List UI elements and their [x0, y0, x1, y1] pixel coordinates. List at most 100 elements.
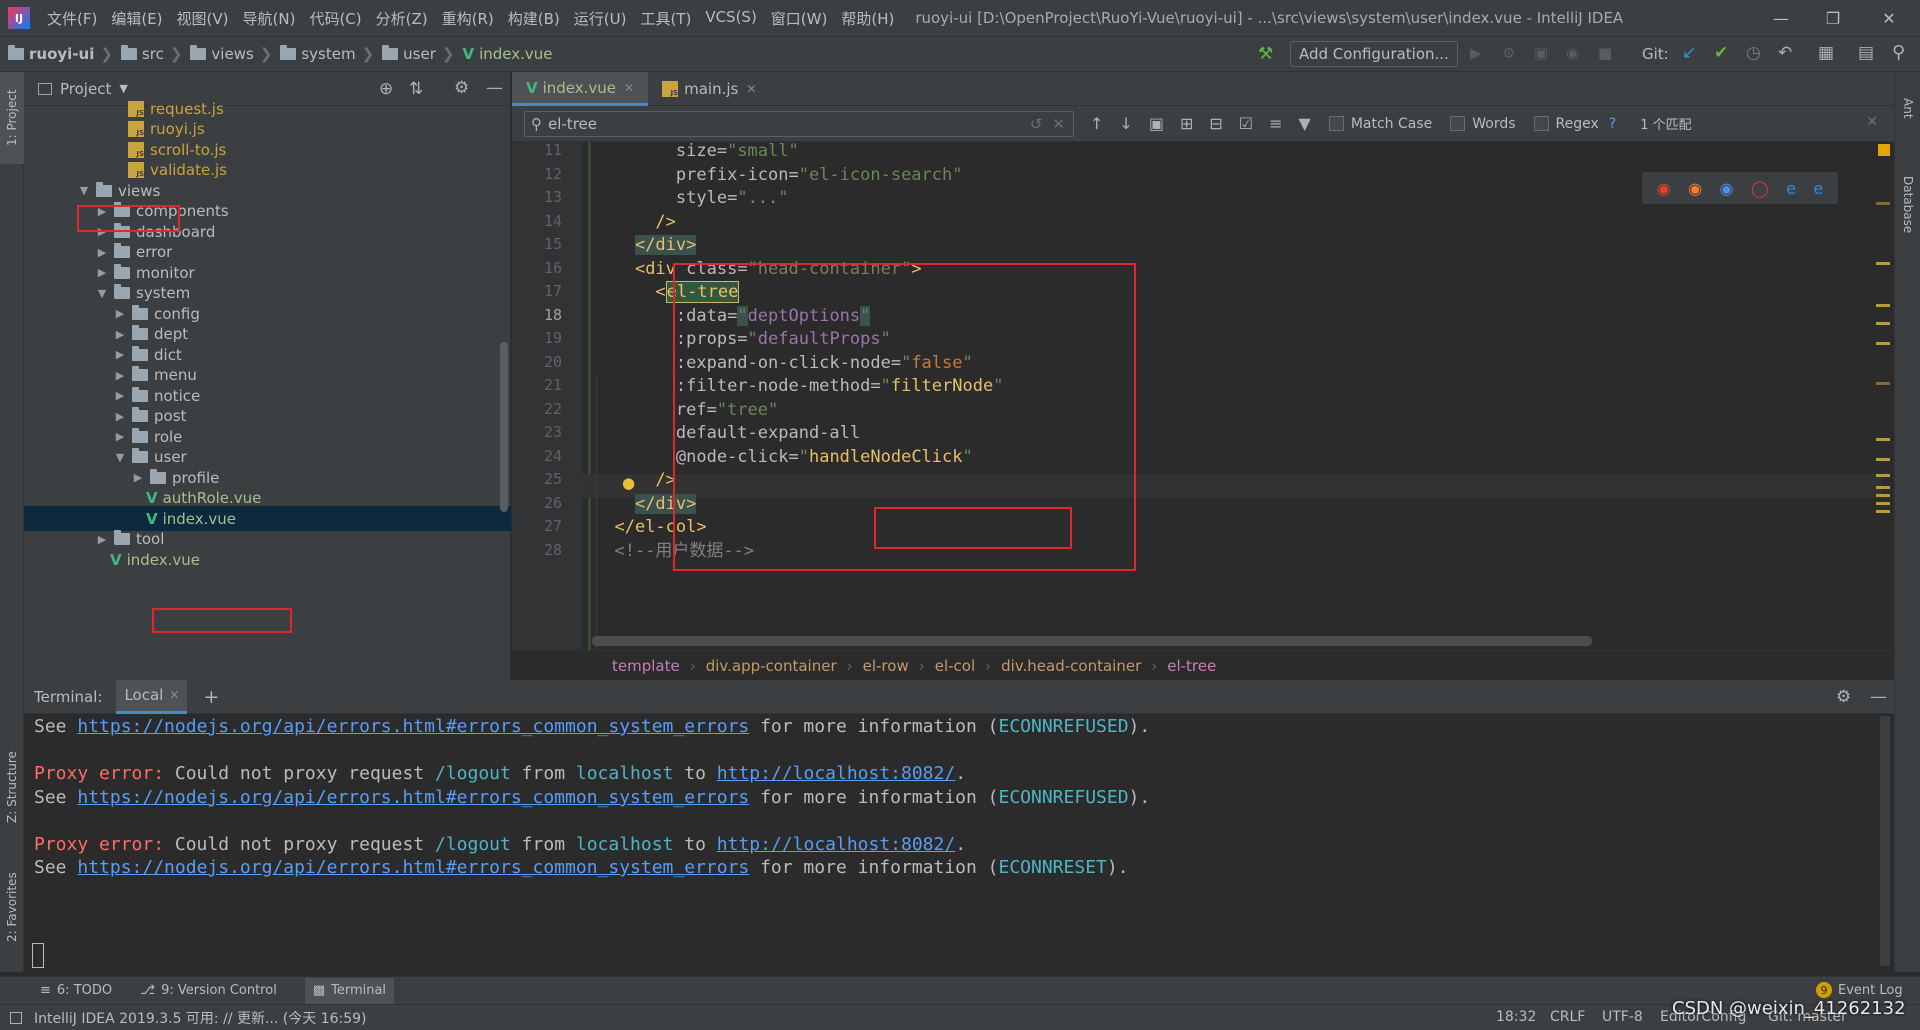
- ant-tool-tab[interactable]: Ant: [1896, 78, 1920, 138]
- stripe-marker[interactable]: [1876, 304, 1890, 307]
- stop-icon[interactable]: ■: [1598, 44, 1612, 62]
- menu-item[interactable]: 工具(T): [633, 8, 698, 29]
- git-history-icon[interactable]: ◷: [1746, 43, 1761, 63]
- chevron-right-icon[interactable]: ▶: [112, 307, 128, 320]
- menu-item[interactable]: 视图(V): [170, 8, 236, 29]
- stripe-marker[interactable]: [1876, 494, 1890, 497]
- nav-crumb-project[interactable]: ruoyi-ui ❯: [0, 45, 113, 63]
- nav-crumb-system[interactable]: system ❯: [272, 45, 374, 63]
- terminal-scrollbar[interactable]: [1880, 716, 1890, 966]
- filter-icon[interactable]: ▼: [1299, 114, 1311, 133]
- git-commit-icon[interactable]: ✔: [1714, 43, 1728, 63]
- history-icon[interactable]: ↺: [1030, 115, 1043, 133]
- code-line[interactable]: />: [594, 210, 675, 234]
- file-encoding[interactable]: UTF-8: [1602, 1009, 1643, 1025]
- code-line[interactable]: size="small": [594, 142, 799, 163]
- stripe-marker[interactable]: [1876, 202, 1890, 205]
- stripe-marker[interactable]: [1876, 486, 1890, 489]
- chevron-right-icon[interactable]: ▶: [112, 369, 128, 382]
- edge-icon[interactable]: e: [1813, 179, 1823, 198]
- stripe-marker[interactable]: [1876, 510, 1890, 513]
- chevron-right-icon[interactable]: ▶: [112, 348, 128, 361]
- project-structure-icon[interactable]: ▦: [1818, 43, 1834, 63]
- menu-item[interactable]: 文件(F): [40, 8, 104, 29]
- database-tool-tab[interactable]: Database: [1896, 150, 1920, 260]
- menu-item[interactable]: 构建(B): [501, 8, 567, 29]
- menu-item[interactable]: VCS(S): [698, 8, 763, 29]
- terminal-tool-button[interactable]: ▩ Terminal: [304, 977, 395, 1004]
- regex-checkbox[interactable]: Regex?: [1533, 116, 1616, 132]
- menu-item[interactable]: 编辑(E): [104, 8, 169, 29]
- tree-scrollbar[interactable]: [500, 342, 508, 512]
- git-update-icon[interactable]: ↙: [1682, 43, 1696, 63]
- regex-help-link[interactable]: ?: [1609, 116, 1616, 132]
- chevron-right-icon[interactable]: ▶: [112, 410, 128, 423]
- select-all-occurrences-icon[interactable]: ▣: [1149, 114, 1164, 133]
- inspection-status-icon[interactable]: [1878, 144, 1890, 156]
- run-icon[interactable]: ▶: [1470, 44, 1482, 62]
- menu-item[interactable]: 运行(U): [567, 8, 634, 29]
- find-input[interactable]: ⚲ el-tree ↺ ✕: [524, 110, 1074, 137]
- clear-search-icon[interactable]: ✕: [1052, 115, 1065, 133]
- coverage-icon[interactable]: ▣: [1534, 44, 1548, 62]
- gear-icon[interactable]: ⚙: [1836, 687, 1851, 707]
- terminal-link[interactable]: https://nodejs.org/api/errors.html#error…: [77, 716, 749, 737]
- code-line[interactable]: <div class="head-container">: [594, 257, 922, 281]
- close-window-icon[interactable]: ✕: [1866, 0, 1912, 36]
- code-line[interactable]: prefix-icon="el-icon-search": [594, 163, 963, 187]
- breadcrumb-item[interactable]: el-tree: [1167, 657, 1216, 675]
- new-terminal-icon[interactable]: +: [203, 686, 219, 708]
- nav-crumb-file[interactable]: Vindex.vue: [454, 45, 552, 63]
- add-configuration-button[interactable]: Add Configuration...: [1290, 41, 1458, 67]
- tab-main-js[interactable]: JS main.js ✕: [648, 72, 770, 106]
- remove-occurrence-icon[interactable]: ⊟: [1209, 114, 1222, 133]
- favorites-tool-tab[interactable]: 2: Favorites: [0, 852, 24, 962]
- chevron-right-icon[interactable]: ▶: [94, 533, 110, 546]
- code-line[interactable]: </el-col>: [594, 515, 706, 539]
- chrome-icon[interactable]: ◉: [1657, 179, 1671, 198]
- code-line[interactable]: ref="tree": [594, 398, 778, 422]
- code-line[interactable]: :filter-node-method="filterNode": [594, 374, 1004, 398]
- chevron-right-icon[interactable]: ▶: [112, 328, 128, 341]
- chevron-down-icon[interactable]: ▼: [94, 287, 110, 300]
- toggle-tool-windows-icon[interactable]: [10, 1011, 22, 1024]
- breadcrumb-item[interactable]: div.head-container: [1001, 657, 1141, 675]
- code-line[interactable]: default-expand-all: [594, 421, 860, 445]
- chevron-right-icon[interactable]: ▶: [94, 205, 110, 218]
- close-tab-icon[interactable]: ✕: [624, 81, 634, 95]
- next-occurrence-icon[interactable]: ↓: [1119, 114, 1132, 133]
- code-line[interactable]: <!--用户数据-->: [594, 539, 754, 563]
- stripe-marker[interactable]: [1876, 474, 1890, 477]
- safari-icon[interactable]: ◉: [1719, 179, 1733, 198]
- breadcrumb-item[interactable]: template: [612, 657, 680, 675]
- menu-item[interactable]: 导航(N): [236, 8, 303, 29]
- terminal-link[interactable]: http://localhost:8082/: [717, 763, 955, 784]
- hide-panel-icon[interactable]: —: [486, 78, 503, 98]
- chevron-right-icon[interactable]: ▶: [94, 246, 110, 259]
- caret-position[interactable]: 18:32: [1496, 1009, 1536, 1025]
- search-options-icon[interactable]: ≡: [1269, 114, 1282, 133]
- chevron-right-icon[interactable]: ▶: [112, 430, 128, 443]
- menu-item[interactable]: 分析(Z): [369, 8, 435, 29]
- profile-icon[interactable]: ◉: [1566, 44, 1579, 62]
- chevron-down-icon[interactable]: ▼: [76, 184, 92, 197]
- breadcrumb-item[interactable]: el-col: [935, 657, 975, 675]
- hide-panel-icon[interactable]: —: [1870, 687, 1887, 707]
- breadcrumb-item[interactable]: el-row: [863, 657, 909, 675]
- code-line[interactable]: </div>: [594, 492, 697, 516]
- project-view-selector[interactable]: Project: [60, 80, 111, 98]
- stripe-marker[interactable]: [1876, 322, 1890, 325]
- close-tab-icon[interactable]: ✕: [169, 688, 179, 702]
- previous-occurrence-icon[interactable]: ↑: [1090, 114, 1103, 133]
- structure-tool-tab[interactable]: Z: Structure: [0, 732, 24, 842]
- build-hammer-icon[interactable]: ⚒: [1258, 44, 1273, 64]
- debug-icon[interactable]: ⚙: [1502, 44, 1515, 62]
- chevron-right-icon[interactable]: ▶: [94, 266, 110, 279]
- restore-icon[interactable]: ❐: [1810, 0, 1856, 36]
- terminal-link[interactable]: http://localhost:8082/: [717, 834, 955, 855]
- menu-item[interactable]: 代码(C): [302, 8, 368, 29]
- chevron-right-icon[interactable]: ▶: [112, 389, 128, 402]
- layout-icon[interactable]: ▤: [1858, 43, 1874, 63]
- menu-item[interactable]: 窗口(W): [764, 8, 835, 29]
- code-line[interactable]: :props="defaultProps": [594, 327, 891, 351]
